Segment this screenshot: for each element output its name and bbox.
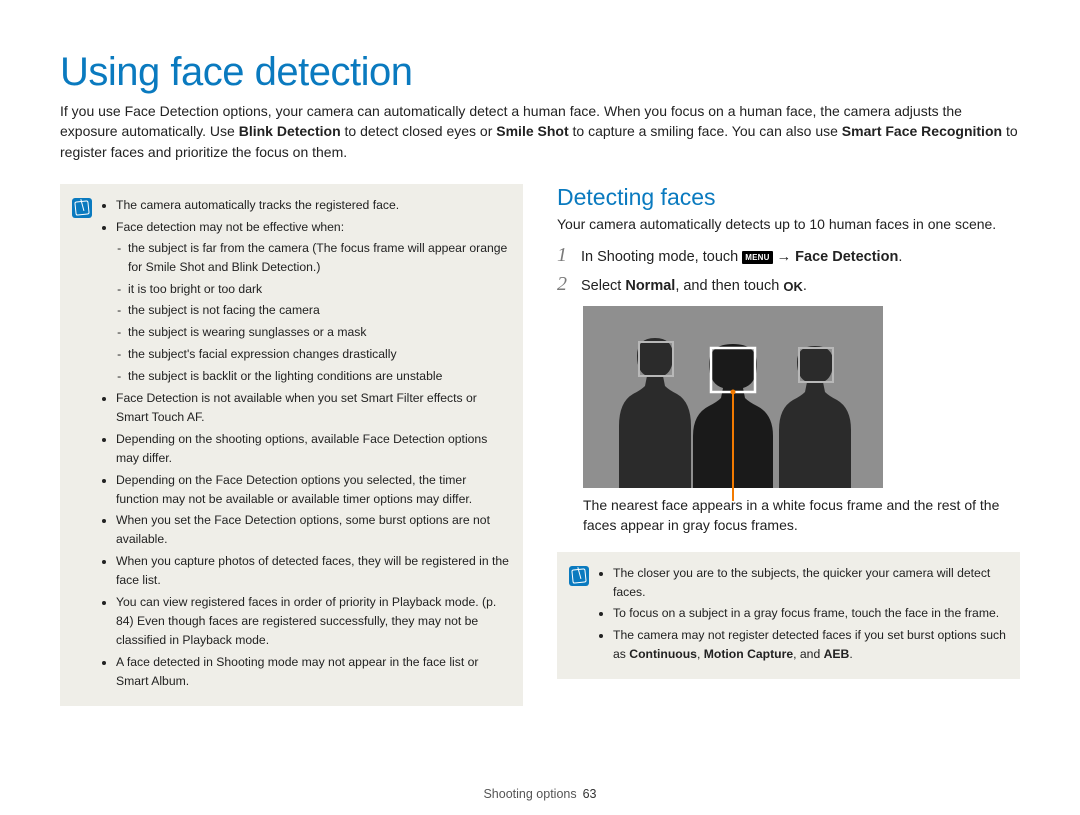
list-item: Face Detection is not available when you…	[116, 389, 509, 427]
list-item: it is too bright or too dark	[128, 280, 509, 299]
step-text: In Shooting mode, touch MENU → Face Dete…	[581, 249, 902, 265]
step-text-part: →	[773, 249, 796, 265]
step-text-part: In Shooting mode, touch	[581, 249, 742, 265]
intro-text: to capture a smiling face. You can also …	[569, 123, 842, 139]
list-bold: Continuous	[629, 647, 697, 661]
list-item-text: , and	[793, 647, 824, 661]
list-item: the subject is far from the camera (The …	[128, 239, 509, 277]
step-number: 1	[557, 244, 571, 267]
list-item-text: Face detection may not be effective when…	[116, 220, 344, 234]
step-number: 2	[557, 273, 571, 296]
list-item: the subject is not facing the camera	[128, 301, 509, 320]
list-item: Depending on the shooting options, avail…	[116, 430, 509, 468]
list-item: A face detected in Shooting mode may not…	[116, 653, 509, 691]
detection-illustration	[583, 306, 883, 488]
list-item: Face detection may not be effective when…	[116, 218, 509, 386]
footer-section: Shooting options	[483, 787, 576, 801]
list-bold: Motion Capture	[704, 647, 793, 661]
steps: 1 In Shooting mode, touch MENU → Face De…	[557, 244, 1020, 296]
list-item: To focus on a subject in a gray focus fr…	[613, 604, 1006, 623]
note-list: The closer you are to the subjects, the …	[599, 564, 1006, 668]
footer-page-number: 63	[583, 787, 597, 801]
step-bold: Normal	[625, 278, 675, 294]
list-item: the subject's facial expression changes …	[128, 345, 509, 364]
step-1: 1 In Shooting mode, touch MENU → Face De…	[557, 244, 1020, 267]
intro-bold: Blink Detection	[239, 123, 341, 139]
step-text-part: , and then touch	[675, 278, 783, 294]
list-item: the subject is wearing sunglasses or a m…	[128, 323, 509, 342]
ok-icon: OK	[783, 279, 803, 294]
sub-list: the subject is far from the camera (The …	[116, 239, 509, 386]
list-item: The closer you are to the subjects, the …	[613, 564, 1006, 602]
page-footer: Shooting options 63	[0, 787, 1080, 801]
step-text: Select Normal, and then touch OK.	[581, 278, 807, 294]
list-item: The camera may not register detected fac…	[613, 626, 1006, 664]
note-box-right: The closer you are to the subjects, the …	[557, 552, 1020, 680]
list-item-text: .	[849, 647, 852, 661]
page-title: Using face detection	[60, 50, 1020, 95]
intro-bold: Smart Face Recognition	[842, 123, 1002, 139]
list-item-text: ,	[697, 647, 704, 661]
intro-bold: Smile Shot	[496, 123, 568, 139]
note-icon	[72, 198, 92, 218]
list-item: When you set the Face Detection options,…	[116, 511, 509, 549]
list-item: When you capture photos of detected face…	[116, 552, 509, 590]
intro-text: to detect closed eyes or	[341, 123, 497, 139]
menu-icon: MENU	[742, 251, 772, 264]
list-item: You can view registered faces in order o…	[116, 593, 509, 650]
step-text-part: .	[803, 278, 807, 294]
note-box-left: The camera automatically tracks the regi…	[60, 184, 523, 706]
list-item: the subject is backlit or the lighting c…	[128, 367, 509, 386]
illustration-caption: The nearest face appears in a white focu…	[583, 496, 1020, 535]
note-list: The camera automatically tracks the regi…	[102, 196, 509, 694]
section-desc: Your camera automatically detects up to …	[557, 215, 1020, 235]
step-2: 2 Select Normal, and then touch OK.	[557, 273, 1020, 296]
section-heading: Detecting faces	[557, 184, 1020, 211]
intro-paragraph: If you use Face Detection options, your …	[60, 101, 1020, 162]
step-text-part: .	[898, 249, 902, 265]
step-text-part: Select	[581, 278, 625, 294]
list-bold: AEB	[824, 647, 850, 661]
note-icon	[569, 566, 589, 586]
list-item: The camera automatically tracks the regi…	[116, 196, 509, 215]
step-bold: Face Detection	[795, 249, 898, 265]
list-item: Depending on the Face Detection options …	[116, 471, 509, 509]
